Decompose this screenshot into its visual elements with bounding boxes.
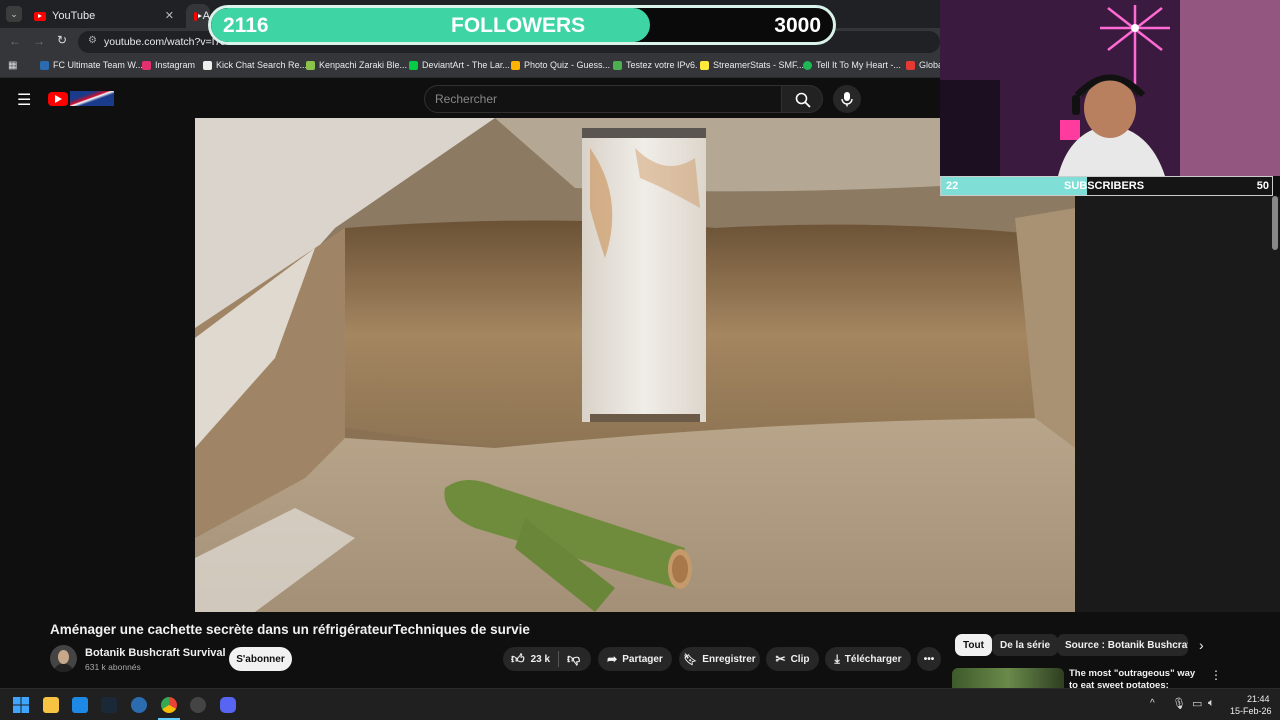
download-button[interactable]: ⤓ Télécharger — [825, 647, 911, 671]
mail-icon[interactable] — [72, 697, 88, 713]
chip-series[interactable]: De la série — [992, 634, 1059, 656]
dislike-icon[interactable]: 👎︎ — [567, 651, 580, 667]
bookmark-favicon-icon — [613, 60, 622, 70]
share-label: Partager — [622, 653, 663, 665]
bookmarks-bar: ▦ FC Ultimate Team W... Instagram Kick C… — [0, 56, 943, 78]
chip-all[interactable]: Tout — [955, 634, 992, 656]
tab-active[interactable]: A — [186, 4, 210, 28]
chevron-right-icon[interactable]: › — [1199, 637, 1204, 653]
clip-label: Clip — [790, 653, 810, 665]
steam-icon[interactable] — [101, 697, 117, 713]
windows-taskbar: ^ 🎙︎ ▭ 🔈︎ 21:44 15-Feb-26 — [0, 688, 1280, 720]
clip-button[interactable]: ✂ Clip — [766, 647, 819, 671]
like-dislike-group: 👍︎ 23 k 👎︎ — [503, 647, 591, 671]
microphone-icon — [841, 92, 853, 107]
back-arrow-icon[interactable]: ← — [9, 34, 21, 48]
suggestion-menu-icon[interactable]: ⋮ — [1210, 668, 1222, 682]
search-input[interactable]: Rechercher — [424, 85, 782, 113]
bookmark-item[interactable]: Tell It To My Heart -... — [803, 60, 901, 70]
like-icon[interactable]: 👍︎ — [511, 651, 525, 667]
search-icon — [795, 92, 811, 108]
followers-current: 2116 — [223, 14, 269, 37]
bookmark-favicon-icon — [511, 60, 520, 70]
download-label: Télécharger — [844, 653, 902, 665]
tab-label: YouTube — [52, 10, 96, 22]
youtube-logo-icon[interactable] — [48, 92, 68, 106]
clock-date[interactable]: 15-Feb-26 — [1230, 706, 1272, 716]
channel-name[interactable]: Botanik Bushcraft Survival — [85, 647, 226, 659]
bookmark-item[interactable]: Globa — [906, 60, 943, 70]
windows-start-icon[interactable] — [13, 697, 29, 713]
site-info-icon[interactable]: ⚙ — [88, 35, 97, 46]
bookmark-favicon-icon — [306, 60, 315, 70]
tab-search-button[interactable]: ⌄ — [6, 6, 22, 22]
bookmark-item[interactable]: Kenpachi Zaraki Ble... — [306, 60, 407, 70]
close-tab-icon[interactable]: ✕ — [165, 9, 174, 22]
url-text: youtube.com/watch?v=I7J — [104, 36, 226, 48]
reload-icon[interactable]: ↻ — [57, 33, 67, 47]
deviantart-icon — [409, 60, 418, 70]
share-button[interactable]: ➦ Partager — [598, 647, 672, 671]
app-icon[interactable] — [131, 697, 147, 713]
uk-flag-logo-icon — [70, 91, 114, 106]
instagram-icon — [142, 60, 151, 70]
apps-grid-icon[interactable]: ▦ — [8, 60, 17, 71]
share-arrow-icon: ➦ — [607, 652, 618, 666]
more-dots-icon: ••• — [923, 653, 935, 665]
save-button[interactable]: 🔖︎ Enregistrer — [679, 647, 760, 671]
voice-search-button[interactable] — [833, 85, 861, 113]
video-title: Aménager une cachette secrète dans un ré… — [50, 622, 530, 637]
suggestion-title[interactable]: The most "outrageous" way to eat sweet p… — [1069, 668, 1199, 688]
bookmark-favicon-icon — [203, 60, 212, 70]
tray-chevron-up-icon[interactable]: ^ — [1150, 698, 1155, 709]
webcam-image — [940, 0, 1280, 176]
bookmark-item[interactable]: FC Ultimate Team W... — [40, 60, 143, 70]
page-scrollbar[interactable] — [1272, 196, 1278, 250]
webcam-overlay — [940, 0, 1280, 176]
bookmark-favicon-icon — [40, 60, 49, 70]
tab-youtube[interactable]: YouTube ✕ — [26, 4, 182, 28]
channel-avatar[interactable] — [50, 645, 77, 672]
bookmark-icon: 🔖︎ — [683, 653, 698, 666]
spotify-icon — [803, 60, 812, 70]
bookmark-favicon-icon — [700, 60, 709, 70]
followers-label: FOLLOWERS — [451, 14, 586, 37]
chip-source[interactable]: Source : Botanik Bushcraft S — [1057, 634, 1188, 656]
bookmark-item[interactable]: Testez votre IPv6. — [613, 60, 698, 70]
obs-icon[interactable] — [190, 697, 206, 713]
clock-time[interactable]: 21:44 — [1247, 694, 1270, 704]
bookmark-item[interactable]: StreamerStats - SMF... — [700, 60, 804, 70]
scissors-icon: ✂ — [775, 652, 786, 666]
youtube-favicon-icon — [34, 11, 46, 21]
bookmark-item[interactable]: Instagram — [142, 60, 195, 70]
like-count[interactable]: 23 k — [531, 654, 550, 665]
side-dark-area — [1075, 196, 1280, 612]
bookmark-item[interactable]: DeviantArt - The Lar... — [409, 60, 510, 70]
forward-arrow-icon[interactable]: → — [33, 34, 45, 48]
youtube-favicon-icon — [194, 11, 202, 21]
save-label: Enregistrer — [702, 653, 756, 665]
microphone-tray-icon[interactable]: 🎙︎ — [1172, 697, 1186, 710]
network-icon[interactable]: ▭ — [1192, 697, 1202, 710]
suggestion-thumbnail[interactable] — [952, 668, 1064, 688]
discord-icon[interactable] — [220, 697, 236, 713]
search-button[interactable] — [781, 85, 823, 113]
menu-icon[interactable]: ☰ — [17, 90, 31, 110]
subscriber-count: 631 k abonnés — [85, 662, 141, 672]
subscribers-label: SUBSCRIBERS — [1064, 180, 1145, 192]
chrome-icon[interactable] — [161, 697, 177, 713]
volume-icon[interactable]: 🔈︎ — [1208, 697, 1215, 710]
subscribe-button[interactable]: S'abonner — [229, 647, 292, 671]
subscribers-goal: 50 — [1256, 180, 1269, 192]
subscribers-goal-bar: 22 SUBSCRIBERS 50 — [940, 176, 1273, 196]
more-actions-button[interactable]: ••• — [917, 647, 941, 671]
bookmark-item[interactable]: Photo Quiz - Guess... — [511, 60, 610, 70]
file-explorer-icon[interactable] — [43, 697, 59, 713]
bookmark-favicon-icon — [906, 60, 915, 70]
bookmark-item[interactable]: Kick Chat Search Re... — [203, 60, 307, 70]
download-icon: ⤓ — [834, 651, 840, 666]
followers-goal-bar: 2116 FOLLOWERS 3000 — [208, 5, 836, 45]
subscribers-current: 22 — [946, 180, 959, 192]
followers-goal: 3000 — [774, 14, 821, 37]
